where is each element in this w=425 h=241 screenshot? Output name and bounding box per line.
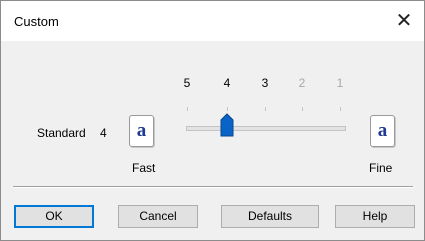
fine-quality-preview-icon: a (370, 115, 395, 147)
fast-label: Fast (132, 161, 156, 175)
fast-quality-preview-icon: a (129, 115, 154, 147)
slider-tick-mark (302, 107, 303, 111)
slider-tick-label-3: 3 (261, 76, 269, 90)
slider-tick-mark (227, 107, 228, 111)
slider-tick-label-1: 1 (336, 76, 344, 90)
ok-button[interactable]: OK (14, 205, 94, 228)
close-icon[interactable]: ✕ (390, 7, 418, 35)
quality-slider-thumb[interactable] (220, 113, 234, 142)
title-bar: Custom ✕ (1, 1, 424, 41)
preview-letter: a (377, 120, 388, 141)
slider-tick-label-4: 4 (223, 76, 231, 90)
separator (13, 186, 413, 188)
slider-tick-mark (187, 107, 188, 111)
slider-tick-mark (340, 107, 341, 111)
help-button[interactable]: Help (335, 205, 415, 228)
preview-letter: a (136, 120, 147, 141)
slider-tick-label-2: 2 (298, 76, 306, 90)
quality-slider-track[interactable] (186, 126, 346, 131)
defaults-button[interactable]: Defaults (221, 205, 319, 228)
custom-dialog: Custom ✕ Standard 4 a a Fast Fine 5 4 3 … (0, 0, 425, 241)
standard-label: Standard (37, 126, 86, 140)
slider-tick-mark (265, 107, 266, 111)
dialog-title: Custom (14, 14, 59, 29)
cancel-button[interactable]: Cancel (118, 205, 198, 228)
slider-tick-label-5: 5 (183, 76, 191, 90)
fine-label: Fine (369, 161, 393, 175)
standard-value: 4 (100, 126, 107, 140)
